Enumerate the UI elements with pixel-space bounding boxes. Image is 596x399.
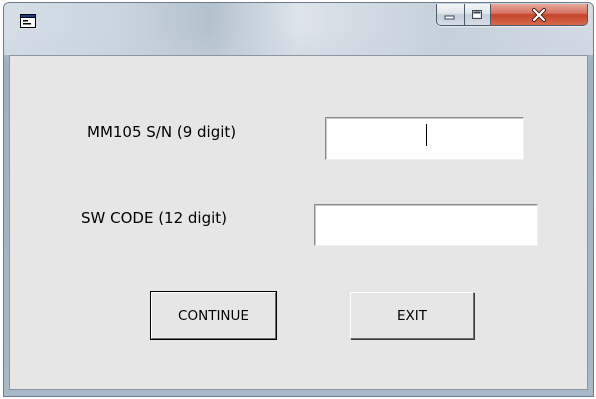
maximize-button[interactable] xyxy=(464,4,492,25)
text-caret xyxy=(426,124,427,146)
exit-button[interactable]: EXIT xyxy=(350,292,474,339)
close-button[interactable] xyxy=(491,4,587,25)
close-icon xyxy=(532,7,547,22)
title-bar[interactable] xyxy=(4,3,593,55)
sw-code-label: SW CODE (12 digit) xyxy=(81,209,228,227)
serial-number-label: MM105 S/N (9 digit) xyxy=(87,123,237,141)
app-window-icon xyxy=(20,14,36,28)
sw-code-input[interactable] xyxy=(314,204,538,246)
caption-buttons xyxy=(436,4,588,26)
continue-button[interactable]: CONTINUE xyxy=(150,291,277,340)
maximize-icon xyxy=(472,10,483,19)
minimize-button[interactable] xyxy=(437,4,465,25)
minimize-icon xyxy=(444,15,455,19)
form-client-area: MM105 S/N (9 digit) SW CODE (12 digit) C… xyxy=(9,55,588,390)
app-window: MM105 S/N (9 digit) SW CODE (12 digit) C… xyxy=(3,2,594,397)
serial-number-input[interactable] xyxy=(325,117,524,160)
